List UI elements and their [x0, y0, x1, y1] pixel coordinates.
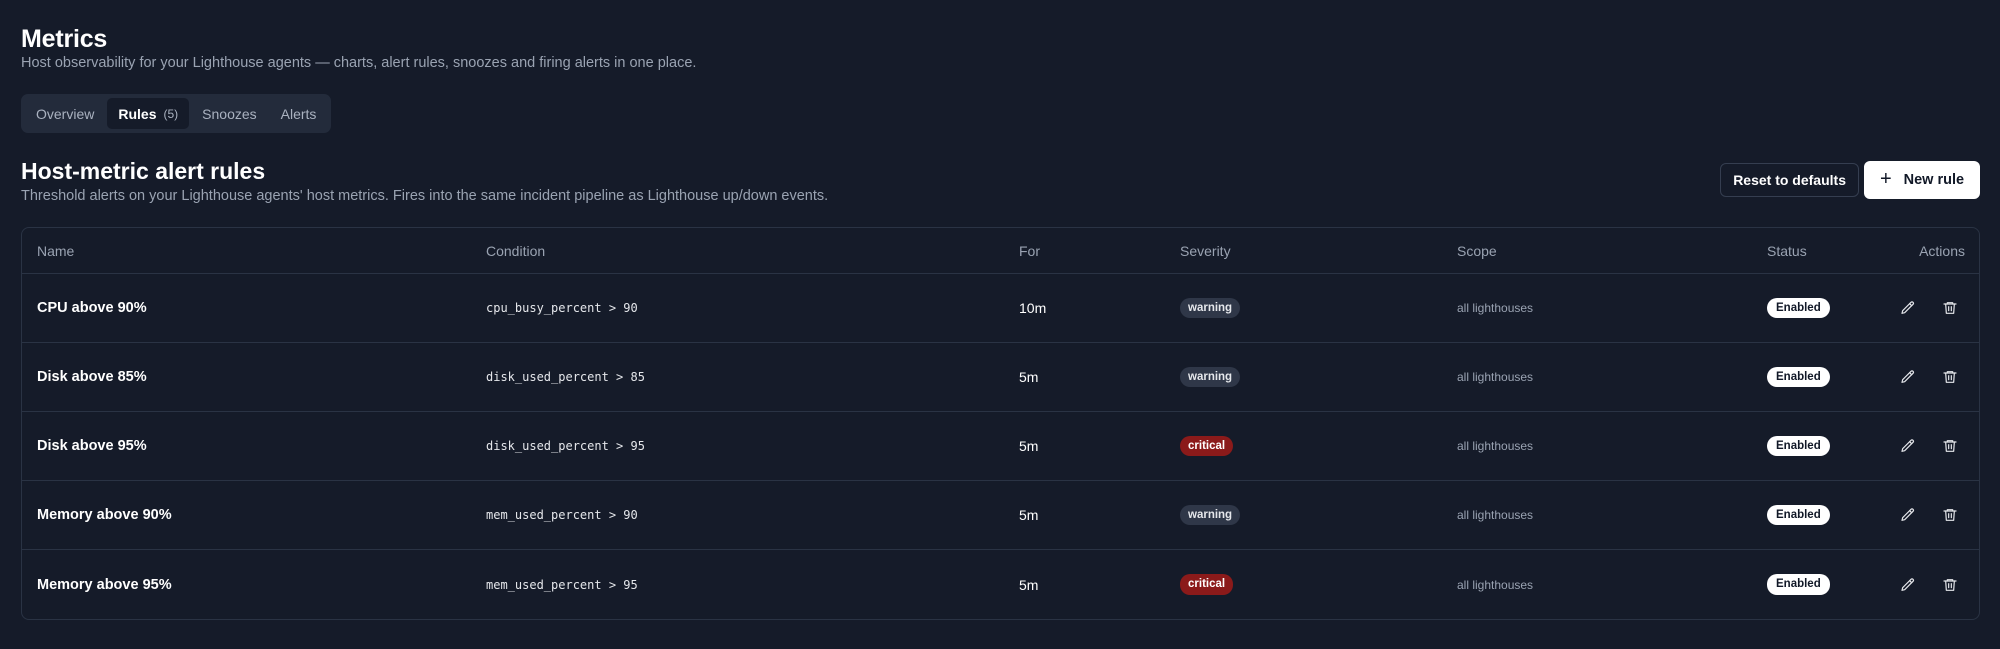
status-badge[interactable]: Enabled: [1767, 366, 1830, 388]
edit-pencil-icon[interactable]: [1897, 435, 1919, 457]
table-header: Name Condition For Severity Scope Status…: [22, 228, 1979, 274]
column-header-status[interactable]: Status: [1767, 243, 1807, 259]
tab-rules[interactable]: Rules (5): [107, 98, 190, 129]
row-actions: [1897, 504, 1961, 526]
rule-name: Disk above 95%: [37, 438, 147, 454]
rule-scope: all lighthouses: [1457, 439, 1534, 453]
rule-name: Memory above 90%: [37, 507, 172, 523]
page-title: Metrics: [21, 25, 108, 53]
column-header-name[interactable]: Name: [37, 243, 74, 259]
delete-trash-icon[interactable]: [1939, 366, 1961, 388]
table-row: Memory above 90% mem_used_percent > 90 5…: [22, 481, 1979, 550]
rule-duration: 5m: [1019, 507, 1039, 523]
status-badge[interactable]: Enabled: [1767, 297, 1830, 319]
severity-badge: warning: [1180, 366, 1241, 388]
rule-duration: 10m: [1019, 300, 1047, 316]
rule-scope: all lighthouses: [1457, 301, 1534, 315]
row-actions: [1897, 297, 1961, 319]
tab-alerts-label: Alerts: [280, 105, 317, 122]
tab-overview[interactable]: Overview: [25, 98, 105, 129]
rule-condition: disk_used_percent > 85: [486, 370, 645, 384]
table-row: Disk above 95% disk_used_percent > 95 5m…: [22, 412, 1979, 481]
table-row: CPU above 90% cpu_busy_percent > 90 10m …: [22, 274, 1979, 343]
page-subtitle: Host observability for your Lighthouse a…: [21, 55, 697, 71]
delete-trash-icon[interactable]: [1939, 297, 1961, 319]
edit-pencil-icon[interactable]: [1897, 366, 1919, 388]
rule-scope: all lighthouses: [1457, 370, 1534, 384]
severity-badge: critical: [1180, 574, 1234, 595]
table-row: Disk above 85% disk_used_percent > 85 5m…: [22, 343, 1979, 412]
tab-rules-label: Rules: [118, 105, 157, 122]
rule-duration: 5m: [1019, 576, 1039, 593]
row-actions: [1897, 435, 1961, 457]
status-badge[interactable]: Enabled: [1767, 574, 1830, 595]
column-header-for[interactable]: For: [1019, 243, 1040, 259]
delete-trash-icon[interactable]: [1939, 435, 1961, 457]
section-title: Host-metric alert rules: [21, 158, 266, 184]
rule-duration: 5m: [1019, 438, 1039, 454]
edit-pencil-icon[interactable]: [1897, 297, 1919, 319]
severity-badge: critical: [1180, 435, 1234, 457]
status-badge[interactable]: Enabled: [1767, 504, 1830, 526]
new-rule-button[interactable]: + New rule: [1864, 161, 1980, 199]
rule-duration: 5m: [1019, 369, 1039, 385]
severity-badge: warning: [1180, 297, 1241, 319]
column-header-actions: Actions: [1919, 242, 1965, 259]
severity-badge: warning: [1180, 504, 1241, 526]
section-subtitle: Threshold alerts on your Lighthouse agen…: [21, 188, 829, 204]
rule-name: Memory above 95%: [37, 576, 172, 593]
edit-pencil-icon[interactable]: [1897, 504, 1919, 526]
rule-condition: mem_used_percent > 90: [486, 508, 638, 522]
tab-overview-label: Overview: [36, 105, 95, 122]
edit-pencil-icon[interactable]: [1897, 574, 1919, 596]
tab-bar: Overview Rules (5) Snoozes Alerts: [21, 94, 332, 133]
column-header-severity[interactable]: Severity: [1180, 243, 1231, 259]
status-badge[interactable]: Enabled: [1767, 435, 1830, 457]
rule-condition: disk_used_percent > 95: [486, 439, 645, 453]
rules-table: Name Condition For Severity Scope Status…: [21, 227, 1980, 620]
column-header-scope[interactable]: Scope: [1457, 243, 1497, 259]
tab-rules-count: (5): [163, 106, 179, 121]
rule-scope: all lighthouses: [1457, 508, 1534, 522]
rule-scope: all lighthouses: [1457, 577, 1534, 592]
rule-name: Disk above 85%: [37, 369, 147, 385]
rule-condition: mem_used_percent > 95: [486, 577, 638, 592]
reset-to-defaults-button[interactable]: Reset to defaults: [1720, 163, 1859, 197]
delete-trash-icon[interactable]: [1939, 504, 1961, 526]
plus-icon: +: [1879, 168, 1892, 190]
rule-condition: cpu_busy_percent > 90: [486, 301, 638, 315]
column-header-condition[interactable]: Condition: [486, 243, 545, 259]
delete-trash-icon[interactable]: [1939, 574, 1961, 596]
tab-snoozes-label: Snoozes: [202, 105, 257, 122]
table-row: Memory above 95% mem_used_percent > 95 5…: [22, 550, 1979, 619]
tab-alerts[interactable]: Alerts: [270, 98, 328, 129]
row-actions: [1897, 574, 1961, 596]
row-actions: [1897, 366, 1961, 388]
new-rule-label: New rule: [1903, 172, 1965, 188]
tab-snoozes[interactable]: Snoozes: [191, 98, 267, 129]
rule-name: CPU above 90%: [37, 300, 147, 316]
